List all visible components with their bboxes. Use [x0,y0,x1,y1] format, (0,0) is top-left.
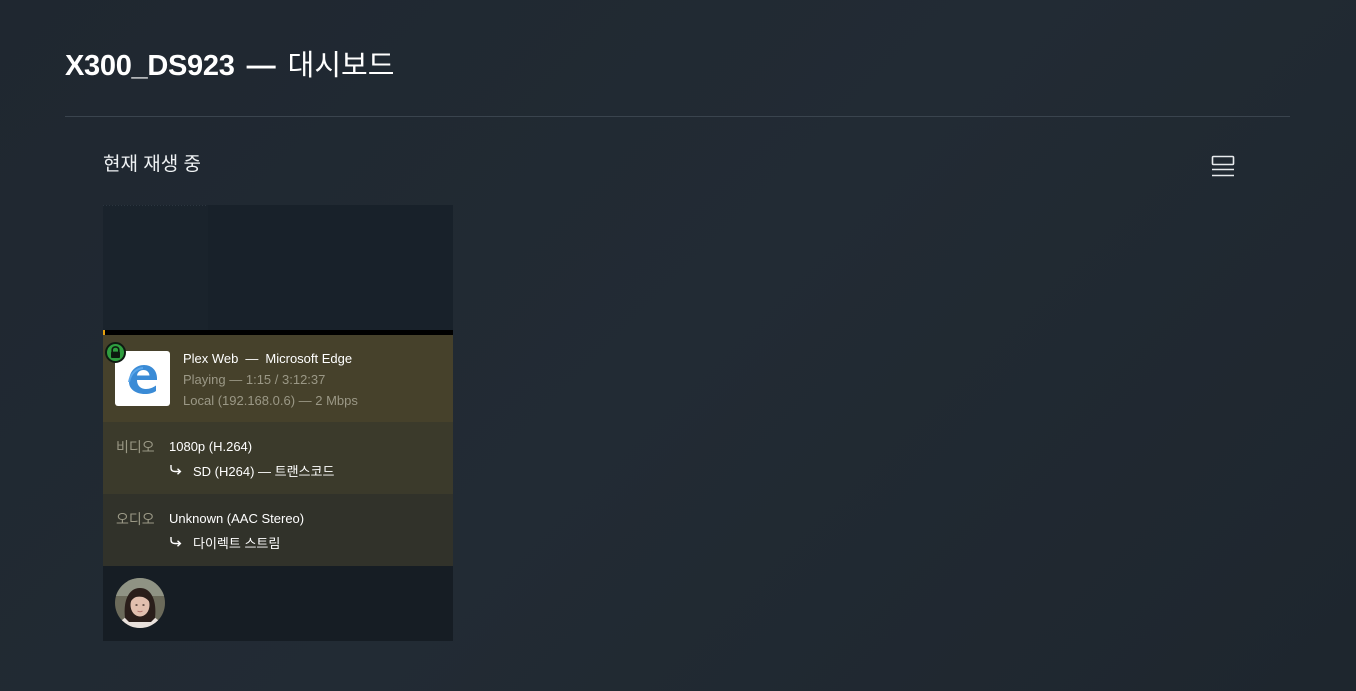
user-row [103,566,453,641]
audio-label: 오디오 [116,511,155,527]
page-title: X300_DS923 — 대시보드 [65,46,1290,86]
video-decision: SD (H264) — 트랜스코드 [169,461,334,480]
audio-source: Unknown (AAC Stereo) [169,511,305,526]
server-name: X300_DS923 [65,50,235,82]
page-label: 대시보드 [287,50,395,82]
user-avatar[interactable] [115,578,165,628]
playback-state: Playing — 1:15 / 3:12:37 [183,372,326,387]
session-card[interactable]: Plex Web — Microsoft Edge Playing — 1:15 /… [103,205,453,641]
network-info: Local (192.168.0.6) — 2 Mbps [183,393,358,408]
redirect-arrow-icon [169,464,193,479]
title-separator: — [246,50,276,82]
lock-icon [105,342,126,363]
media-poster-area[interactable] [103,205,453,330]
video-decision-text: SD (H264) — 트랜스코드 [193,464,335,479]
video-label: 비디오 [116,439,155,455]
player-title: Plex Web — Microsoft Edge [183,350,352,368]
audio-stream-row: 오디오 Unknown (AAC Stereo) 다이렉트 스트림 [103,494,453,566]
player-platform: Microsoft Edge [265,351,353,366]
audio-decision: 다이렉트 스트림 [169,533,280,552]
player-name: Plex Web [183,351,239,366]
video-source: 1080p (H.264) [169,439,253,454]
player-separator: — [245,351,259,366]
now-playing-title: 현재 재생 중 [103,154,201,175]
video-stream-row: 비디오 1080p (H.264) SD (H264) — 트랜스코드 [103,422,453,494]
audio-decision-text: 다이렉트 스트림 [193,536,281,551]
page-header: X300_DS923 — 대시보드 [65,46,1290,117]
list-view-icon[interactable] [1208,152,1238,182]
redirect-arrow-icon [169,536,193,551]
